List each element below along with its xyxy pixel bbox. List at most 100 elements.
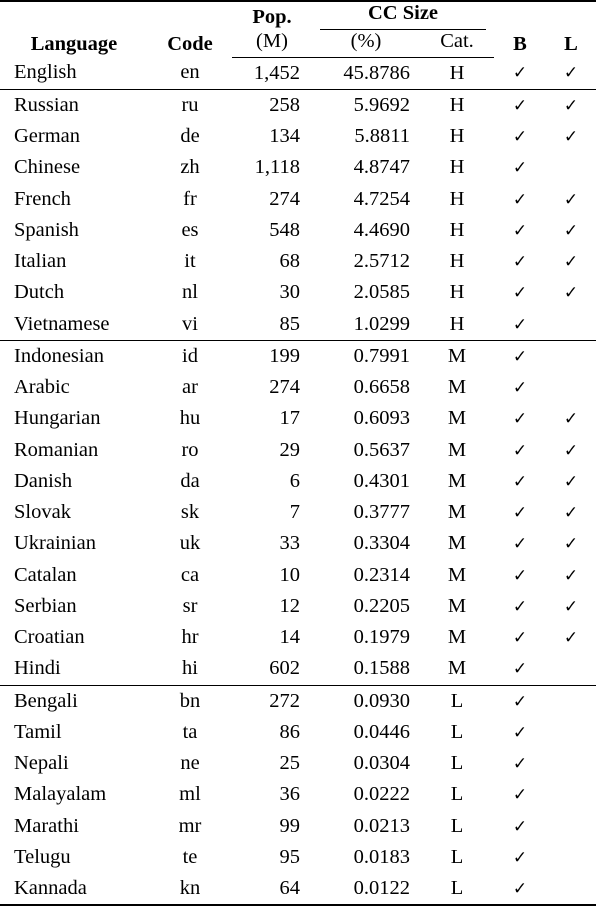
cell-code: zh — [180, 156, 200, 179]
cell-cc-percent: 0.0222 — [353, 783, 410, 806]
cell-l-checkmark: ✓ — [546, 184, 596, 215]
cell-cc-percent: 2.0585 — [353, 281, 410, 304]
cell-cc-category: M — [447, 594, 467, 617]
cell-l-checkmark: ✓ — [546, 497, 596, 528]
cell-l-checkmark: ✓ — [546, 528, 596, 559]
cell-population: 10 — [279, 563, 301, 586]
cell-l-checkmark: ✓ — [546, 466, 596, 497]
checkmark-icon: ✓ — [512, 596, 528, 617]
table-row: Slovak sk 7 0.3777 M ✓ ✓ — [0, 497, 596, 528]
column-header-cc-size-group: CC Size — [312, 0, 494, 30]
cell-code: sk — [180, 501, 200, 524]
cell-b-checkmark: ✓ — [494, 622, 546, 653]
cell-cc-percent: 0.0122 — [312, 873, 420, 907]
cell-cc-category: L — [420, 684, 494, 717]
checkmark-icon: ✓ — [512, 879, 528, 900]
table-row: Romanian ro 29 0.5637 M ✓ ✓ — [0, 435, 596, 466]
cell-language: Arabic — [14, 376, 70, 399]
cell-cc-category: L — [450, 720, 464, 743]
checkmark-icon: ✓ — [563, 189, 579, 210]
checkmark-icon: ✓ — [512, 659, 528, 680]
table-row: Ukrainian uk 33 0.3304 M ✓ ✓ — [0, 528, 596, 559]
cell-l-checkmark: ✓ — [546, 277, 596, 308]
cell-population: 14 — [279, 626, 301, 649]
cell-language: French — [14, 187, 71, 210]
cell-population: 602 — [269, 657, 300, 680]
cell-l-checkmark: ✓ — [546, 246, 596, 277]
cell-cc-percent: 0.0213 — [353, 814, 410, 837]
cell-language: Hungarian — [14, 407, 101, 430]
cell-cc-category: L — [450, 783, 464, 806]
cell-l-checkmark: ✓ — [546, 57, 596, 89]
cell-language: Nepali — [14, 752, 69, 775]
table-row: Danish da 6 0.4301 M ✓ ✓ — [0, 466, 596, 497]
cell-cc-category: M — [447, 376, 467, 399]
cell-b-checkmark: ✓ — [494, 57, 546, 89]
table-row: Hindi hi 602 0.1588 M ✓ — [0, 653, 596, 685]
cell-language: Dutch — [14, 281, 65, 304]
checkmark-icon: ✓ — [563, 440, 579, 461]
cell-l-checkmark — [546, 873, 596, 907]
cell-cc-category: H — [449, 156, 465, 179]
checkmark-icon: ✓ — [512, 440, 528, 461]
cell-cc-percent: 0.4301 — [353, 469, 410, 492]
cell-cc-percent: 0.1979 — [353, 626, 410, 649]
cell-code: it — [184, 250, 196, 273]
cell-cc-category: M — [447, 563, 467, 586]
cell-language: German — [14, 125, 81, 148]
table-row: Telugu te 95 0.0183 L ✓ — [0, 842, 596, 873]
cell-cc-percent: 0.0304 — [353, 752, 410, 775]
cell-cc-category: H — [449, 250, 465, 273]
checkmark-icon: ✓ — [512, 314, 528, 335]
cell-b-checkmark: ✓ — [494, 497, 546, 528]
cell-l-checkmark: ✓ — [546, 435, 596, 466]
table-row: Arabic ar 274 0.6658 M ✓ — [0, 372, 596, 403]
cell-cc-category: H — [449, 125, 465, 148]
cell-language: Telugu — [14, 845, 71, 868]
cell-cc-category: H — [449, 187, 465, 210]
checkmark-icon: ✓ — [563, 283, 579, 304]
cell-code: hi — [182, 657, 198, 680]
cell-language: Croatian — [14, 626, 85, 649]
cell-b-checkmark: ✓ — [494, 309, 546, 341]
cell-code: da — [180, 469, 200, 492]
column-header-cc-size-label: CC Size — [367, 2, 439, 24]
checkmark-icon: ✓ — [512, 628, 528, 649]
cell-b-checkmark: ✓ — [494, 528, 546, 559]
checkmark-icon: ✓ — [512, 722, 528, 743]
cell-population: 199 — [232, 339, 312, 373]
cell-b-checkmark: ✓ — [494, 717, 546, 748]
cell-code: ca — [180, 563, 200, 586]
cell-l-checkmark: ✓ — [546, 591, 596, 622]
checkmark-icon: ✓ — [512, 158, 528, 179]
checkmark-icon: ✓ — [512, 95, 528, 116]
cell-b-checkmark: ✓ — [494, 873, 546, 907]
checkmark-icon: ✓ — [512, 252, 528, 273]
checkmark-icon: ✓ — [563, 63, 579, 84]
cell-language: Tamil — [14, 720, 62, 743]
cell-language: Danish — [14, 469, 73, 492]
cell-b-checkmark: ✓ — [494, 277, 546, 308]
column-subheader-cc-category: Cat. — [420, 29, 494, 58]
table-row: French fr 274 4.7254 H ✓ ✓ — [0, 184, 596, 215]
checkmark-icon: ✓ — [563, 565, 579, 586]
checkmark-icon: ✓ — [563, 220, 579, 241]
cell-l-checkmark: ✓ — [546, 622, 596, 653]
cell-population: 99 — [279, 814, 301, 837]
cell-cc-category: H — [449, 312, 465, 335]
cell-code: uk — [179, 532, 201, 555]
cell-b-checkmark: ✓ — [494, 184, 546, 215]
cell-b-checkmark: ✓ — [494, 591, 546, 622]
cell-population: 274 — [269, 376, 300, 399]
cell-cc-category: H — [449, 218, 465, 241]
cell-language: Catalan — [14, 563, 77, 586]
cell-cc-percent: 0.5637 — [353, 438, 410, 461]
checkmark-icon: ✓ — [563, 409, 579, 430]
cell-language: Ukrainian — [14, 532, 96, 555]
cell-population: 12 — [279, 594, 301, 617]
table-row: Russian ru 258 5.9692 H ✓ ✓ — [0, 88, 596, 122]
cell-l-checkmark: ✓ — [546, 88, 596, 122]
cell-l-checkmark — [546, 748, 596, 779]
cell-cc-category: L — [450, 752, 464, 775]
checkmark-icon: ✓ — [512, 785, 528, 806]
